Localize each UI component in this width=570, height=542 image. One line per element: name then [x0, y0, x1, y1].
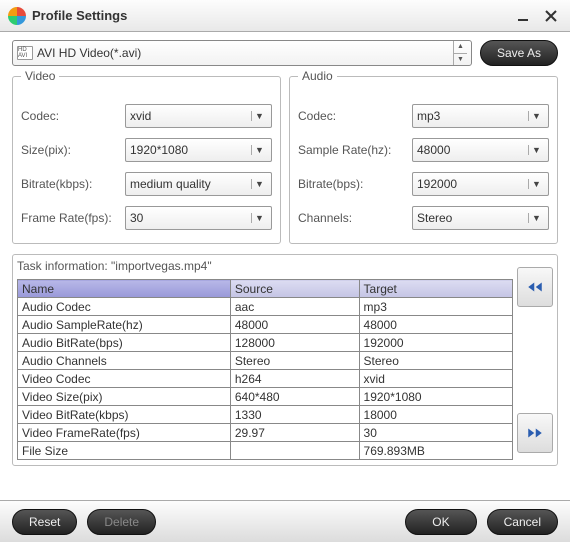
col-name[interactable]: Name	[18, 280, 231, 298]
cell-name: Audio Codec	[18, 298, 231, 316]
delete-button[interactable]: Delete	[87, 509, 156, 535]
video-framerate-select[interactable]: 30 ▼	[125, 206, 272, 230]
task-info-title: Task information: "importvegas.mp4"	[17, 259, 513, 275]
table-row[interactable]: Video BitRate(kbps)133018000	[18, 406, 513, 424]
video-bitrate-value: medium quality	[130, 177, 211, 191]
cell-source: 128000	[230, 334, 359, 352]
double-left-icon	[526, 280, 544, 294]
audio-channels-select[interactable]: Stereo ▼	[412, 206, 549, 230]
cell-source: h264	[230, 370, 359, 388]
chevron-down-icon: ▼	[528, 111, 544, 121]
double-right-icon	[526, 426, 544, 440]
cell-name: Video FrameRate(fps)	[18, 424, 231, 442]
chevron-down-icon[interactable]: ▼	[454, 54, 467, 66]
video-framerate-label: Frame Rate(fps):	[21, 211, 121, 225]
table-row[interactable]: Video FrameRate(fps)29.9730	[18, 424, 513, 442]
save-as-button[interactable]: Save As	[480, 40, 558, 66]
cell-source: 640*480	[230, 388, 359, 406]
video-framerate-value: 30	[130, 211, 143, 225]
cell-name: Audio Channels	[18, 352, 231, 370]
cell-target: 192000	[359, 334, 512, 352]
cell-target: Stereo	[359, 352, 512, 370]
chevron-down-icon: ▼	[251, 145, 267, 155]
close-button[interactable]	[540, 5, 562, 27]
video-codec-label: Codec:	[21, 109, 121, 123]
table-row[interactable]: Video Codech264xvid	[18, 370, 513, 388]
cell-target: 18000	[359, 406, 512, 424]
chevron-down-icon: ▼	[528, 179, 544, 189]
ok-button[interactable]: OK	[405, 509, 476, 535]
table-row[interactable]: Audio SampleRate(hz)4800048000	[18, 316, 513, 334]
audio-group: Audio Codec: mp3 ▼ Sample Rate(hz): 4800…	[289, 76, 558, 244]
chevron-down-icon: ▼	[528, 145, 544, 155]
audio-codec-select[interactable]: mp3 ▼	[412, 104, 549, 128]
profile-select-text: AVI HD Video(*.avi)	[37, 46, 141, 60]
chevron-down-icon: ▼	[251, 111, 267, 121]
cell-target: mp3	[359, 298, 512, 316]
profile-spinner[interactable]: ▲ ▼	[453, 41, 467, 65]
cell-source: 29.97	[230, 424, 359, 442]
cell-target: 48000	[359, 316, 512, 334]
avi-hd-icon: HD AVI	[17, 46, 33, 60]
chevron-down-icon: ▼	[251, 179, 267, 189]
minimize-button[interactable]	[512, 5, 534, 27]
video-group-title: Video	[21, 69, 59, 83]
app-icon	[8, 7, 26, 25]
task-info-table: Name Source Target Audio Codecaacmp3Audi…	[17, 279, 513, 460]
audio-codec-value: mp3	[417, 109, 440, 123]
cell-target: 769.893MB	[359, 442, 512, 460]
audio-bitrate-select[interactable]: 192000 ▼	[412, 172, 549, 196]
titlebar: Profile Settings	[0, 0, 570, 32]
cell-name: Video BitRate(kbps)	[18, 406, 231, 424]
table-row[interactable]: Audio BitRate(bps)128000192000	[18, 334, 513, 352]
audio-codec-label: Codec:	[298, 109, 408, 123]
cell-target: xvid	[359, 370, 512, 388]
video-bitrate-select[interactable]: medium quality ▼	[125, 172, 272, 196]
chevron-down-icon: ▼	[251, 213, 267, 223]
audio-samplerate-value: 48000	[417, 143, 450, 157]
table-row[interactable]: Audio ChannelsStereoStereo	[18, 352, 513, 370]
cell-name: Audio BitRate(bps)	[18, 334, 231, 352]
audio-group-title: Audio	[298, 69, 337, 83]
cell-source: 48000	[230, 316, 359, 334]
cell-name: Video Codec	[18, 370, 231, 388]
next-button[interactable]	[517, 413, 553, 453]
audio-bitrate-value: 192000	[417, 177, 457, 191]
table-row[interactable]: Audio Codecaacmp3	[18, 298, 513, 316]
window-title: Profile Settings	[32, 8, 506, 23]
profile-select[interactable]: HD AVI AVI HD Video(*.avi) ▲ ▼	[12, 40, 472, 66]
cell-source: Stereo	[230, 352, 359, 370]
video-bitrate-label: Bitrate(kbps):	[21, 177, 121, 191]
chevron-up-icon[interactable]: ▲	[454, 41, 467, 54]
chevron-down-icon: ▼	[528, 213, 544, 223]
cell-target: 1920*1080	[359, 388, 512, 406]
video-codec-select[interactable]: xvid ▼	[125, 104, 272, 128]
col-target[interactable]: Target	[359, 280, 512, 298]
table-row[interactable]: File Size 769.893MB	[18, 442, 513, 460]
col-source[interactable]: Source	[230, 280, 359, 298]
video-size-value: 1920*1080	[130, 143, 188, 157]
cell-name: Video Size(pix)	[18, 388, 231, 406]
task-info-panel: Task information: "importvegas.mp4" Name…	[12, 254, 558, 466]
audio-samplerate-label: Sample Rate(hz):	[298, 143, 408, 157]
audio-samplerate-select[interactable]: 48000 ▼	[412, 138, 549, 162]
video-size-label: Size(pix):	[21, 143, 121, 157]
table-row[interactable]: Video Size(pix)640*4801920*1080	[18, 388, 513, 406]
prev-button[interactable]	[517, 267, 553, 307]
footer: Reset Delete OK Cancel	[0, 500, 570, 542]
video-group: Video Codec: xvid ▼ Size(pix): 1920*1080…	[12, 76, 281, 244]
cancel-button[interactable]: Cancel	[487, 509, 558, 535]
cell-source	[230, 442, 359, 460]
cell-name: File Size	[18, 442, 231, 460]
audio-bitrate-label: Bitrate(bps):	[298, 177, 408, 191]
cell-source: 1330	[230, 406, 359, 424]
cell-source: aac	[230, 298, 359, 316]
reset-button[interactable]: Reset	[12, 509, 77, 535]
cell-name: Audio SampleRate(hz)	[18, 316, 231, 334]
video-codec-value: xvid	[130, 109, 151, 123]
video-size-select[interactable]: 1920*1080 ▼	[125, 138, 272, 162]
audio-channels-value: Stereo	[417, 211, 452, 225]
audio-channels-label: Channels:	[298, 211, 408, 225]
cell-target: 30	[359, 424, 512, 442]
